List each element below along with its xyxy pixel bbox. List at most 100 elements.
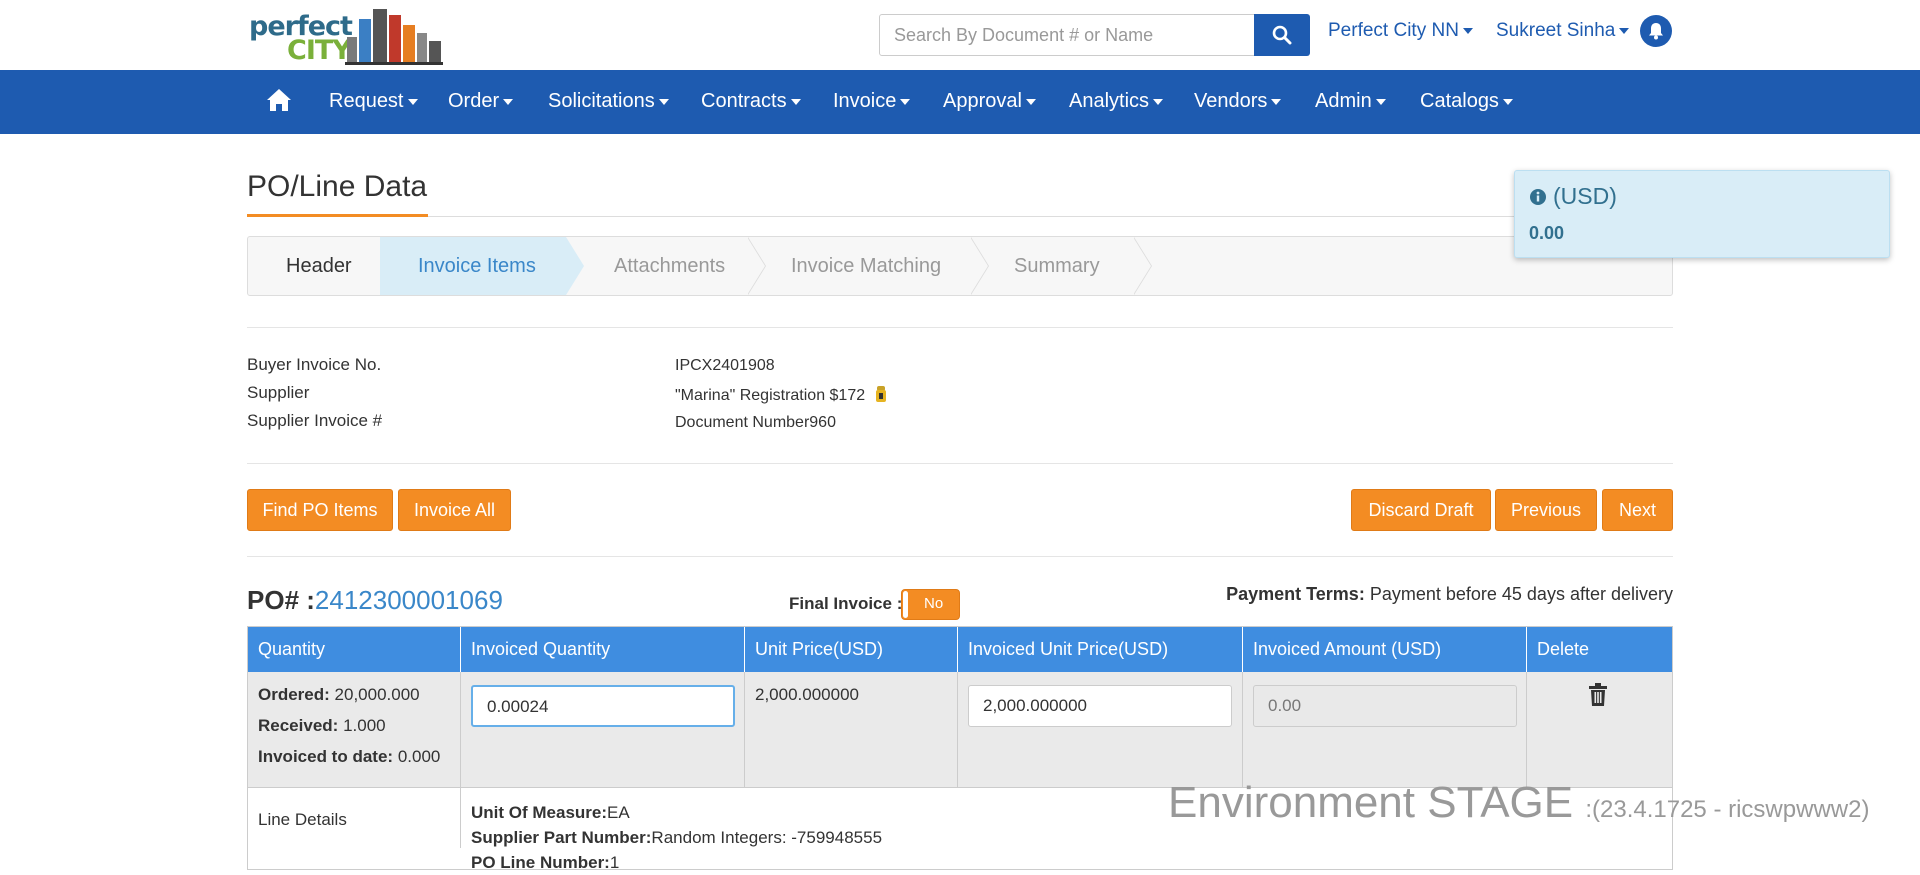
nav-order[interactable]: Order: [448, 90, 514, 113]
po-line-number-line: PO Line Number:1: [471, 850, 882, 875]
column-header-invoiced-amount: Invoiced Amount (USD): [1243, 627, 1527, 672]
trash-icon[interactable]: [1588, 683, 1608, 707]
nav-label: Vendors: [1194, 90, 1268, 112]
invoice-all-button[interactable]: Invoice All: [398, 489, 511, 531]
org-label: Perfect City NN: [1328, 20, 1459, 41]
search-input[interactable]: Search By Document # or Name: [879, 14, 1255, 56]
chevron-down-icon: [1502, 98, 1513, 105]
toggle-value: No: [924, 595, 944, 612]
discard-draft-button[interactable]: Discard Draft: [1351, 489, 1491, 531]
invoice-items-table: Quantity Invoiced Quantity Unit Price(US…: [247, 626, 1673, 872]
invoiced-to-date-line: Invoiced to date: 0.000: [258, 747, 440, 767]
nav-label: Admin: [1315, 90, 1372, 112]
quantity-cell: Ordered: 20,000.000 Received: 1.000 Invo…: [248, 672, 461, 787]
chevron-down-icon: [1462, 27, 1473, 34]
chevron-down-icon: [1271, 98, 1282, 105]
line-details-label: Line Details: [258, 810, 347, 829]
environment-watermark: Environment STAGE :(23.4.1725 - ricswpww…: [1168, 778, 1869, 828]
invoiced-quantity-cell: 0.00024: [461, 672, 745, 787]
user-label: Sukreet Sinha: [1496, 20, 1616, 41]
divider: [247, 556, 1673, 557]
chevron-down-icon: [900, 98, 911, 105]
nav-label: Solicitations: [548, 90, 655, 112]
org-dropdown[interactable]: Perfect City NN: [1328, 20, 1473, 42]
final-invoice-toggle[interactable]: No: [901, 589, 960, 620]
unit-price-cell: 2,000.000000: [745, 672, 958, 787]
popover-amount: 0.00: [1529, 223, 1565, 243]
wizard-step-header[interactable]: Header: [248, 237, 380, 295]
final-invoice-label: Final Invoice :: [789, 594, 903, 613]
chevron-down-icon: [790, 98, 801, 105]
po-number-link[interactable]: 2412300001069: [315, 585, 503, 615]
table-row: Ordered: 20,000.000 Received: 1.000 Invo…: [248, 672, 1672, 787]
invoiced-unit-price-cell: 2,000.000000: [958, 672, 1243, 787]
wizard-separator: [566, 237, 584, 295]
search-button[interactable]: [1254, 14, 1310, 56]
spn-label: Supplier Part Number:: [471, 828, 652, 847]
wizard-step-attachments[interactable]: Attachments: [584, 237, 734, 295]
top-bar: perfect CITY Search By Document # or Nam…: [0, 0, 1920, 70]
title-divider: [247, 216, 1673, 217]
uom-value: EA: [607, 803, 630, 822]
supplier-value-row: "Marina" Registration $172: [675, 385, 888, 405]
nav-contracts[interactable]: Contracts: [701, 90, 801, 113]
column-header-quantity: Quantity: [248, 627, 461, 672]
ordered-value: 20,000.000: [334, 685, 420, 704]
invoiced-amount-cell: 0.00: [1243, 672, 1527, 787]
bell-icon: [1649, 23, 1663, 40]
chevron-down-icon: [1375, 98, 1386, 105]
buyer-invoice-value: IPCX2401908: [675, 357, 775, 374]
nav-label: Contracts: [701, 90, 787, 112]
column-header-delete: Delete: [1537, 639, 1590, 659]
received-value: 1.000: [343, 716, 386, 735]
payment-terms-label: Payment Terms:: [1226, 584, 1365, 604]
notifications-button[interactable]: [1640, 15, 1672, 47]
chevron-down-icon: [1153, 98, 1164, 105]
nav-label: Approval: [943, 90, 1022, 112]
perfect-city-logo[interactable]: perfect CITY: [247, 5, 447, 67]
invoiced-to-date-value: 0.000: [397, 747, 441, 766]
user-dropdown[interactable]: Sukreet Sinha: [1496, 20, 1630, 42]
invoiced-quantity-input[interactable]: 0.00024: [471, 685, 735, 727]
home-button[interactable]: [266, 88, 292, 117]
nav-admin[interactable]: Admin: [1315, 90, 1386, 113]
nav-label: Order: [448, 90, 500, 112]
previous-button[interactable]: Previous: [1495, 489, 1597, 531]
next-button[interactable]: Next: [1602, 489, 1673, 531]
wizard-step-invoice-items[interactable]: Invoice Items: [380, 237, 566, 295]
supplier-badge-icon[interactable]: [874, 385, 888, 403]
supplier-invoice-value: Document Number960: [675, 414, 836, 431]
nav-invoice[interactable]: Invoice: [833, 90, 911, 113]
supplier-label: Supplier: [247, 383, 310, 402]
uom-label: Unit Of Measure:: [471, 803, 608, 822]
unit-of-measure-line: Unit Of Measure:EA: [471, 800, 882, 825]
popover-currency: (USD): [1553, 183, 1617, 209]
column-header-unit-price: Unit Price(USD): [745, 627, 958, 672]
environment-name: Environment STAGE: [1168, 778, 1574, 827]
invoiced-unit-price-input[interactable]: 2,000.000000: [968, 685, 1232, 727]
nav-approval[interactable]: Approval: [943, 90, 1036, 113]
spn-value: Random Integers: -759948555: [651, 828, 883, 847]
wizard-step-summary[interactable]: Summary: [989, 237, 1129, 295]
pln-value: 1: [609, 853, 620, 872]
nav-analytics[interactable]: Analytics: [1069, 90, 1164, 113]
nav-vendors[interactable]: Vendors: [1194, 90, 1282, 113]
ordered-label: Ordered:: [258, 685, 330, 704]
nav-catalogs[interactable]: Catalogs: [1420, 90, 1513, 113]
find-po-items-button[interactable]: Find PO Items: [247, 489, 393, 531]
po-heading: PO# :2412300001069: [247, 585, 503, 616]
nav-request[interactable]: Request: [329, 90, 418, 113]
chevron-down-icon: [407, 98, 418, 105]
wizard-step-invoice-matching[interactable]: Invoice Matching: [766, 237, 966, 295]
line-details-label-cell: Line Details: [248, 788, 461, 848]
payment-terms-value: Payment before 45 days after delivery: [1369, 584, 1673, 604]
nav-label: Request: [329, 90, 404, 112]
chevron-down-icon: [1025, 98, 1036, 105]
nav-solicitations[interactable]: Solicitations: [548, 90, 669, 113]
search-icon: [1272, 25, 1292, 45]
invoiced-to-date-label: Invoiced to date:: [258, 747, 394, 766]
wizard-separator: [1133, 237, 1151, 295]
ordered-line: Ordered: 20,000.000: [258, 685, 420, 705]
unit-price-value: 2,000.000000: [755, 685, 859, 704]
info-icon: [1530, 188, 1546, 205]
